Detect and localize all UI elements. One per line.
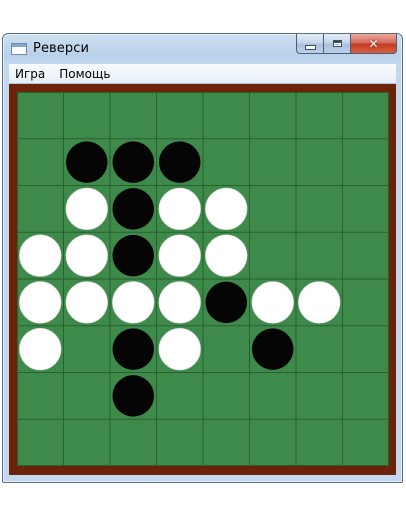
app-icon[interactable]: [11, 43, 27, 55]
board-cell[interactable]: [17, 139, 64, 186]
black-disc: [252, 328, 294, 370]
white-disc: [158, 234, 201, 277]
board-cell[interactable]: [250, 232, 297, 279]
board-cell[interactable]: [64, 373, 111, 420]
board-cell[interactable]: [343, 92, 390, 139]
close-button[interactable]: ✕: [350, 34, 397, 54]
black-disc: [205, 281, 247, 324]
white-disc: [65, 281, 108, 324]
board-cell[interactable]: [203, 326, 250, 373]
board-cell[interactable]: [250, 92, 297, 139]
maximize-icon: [332, 40, 342, 47]
black-disc: [66, 141, 108, 183]
caption-buttons: ✕: [296, 34, 397, 54]
board-cell[interactable]: [250, 419, 297, 466]
black-disc: [112, 141, 154, 183]
title-bar[interactable]: Реверси ✕: [3, 34, 402, 64]
board-cell[interactable]: [157, 373, 204, 420]
board-cell[interactable]: [17, 373, 64, 420]
black-disc: [112, 328, 154, 370]
board-cell[interactable]: [296, 92, 343, 139]
board-cell[interactable]: [157, 419, 204, 466]
board-cell[interactable]: [296, 373, 343, 420]
board-cell[interactable]: [343, 232, 390, 279]
white-disc: [19, 281, 62, 324]
board-cell[interactable]: [343, 373, 390, 420]
black-disc: [112, 234, 154, 277]
board-cell[interactable]: [157, 92, 204, 139]
white-disc: [158, 327, 201, 371]
board-cell[interactable]: [203, 419, 250, 466]
menu-bar: Игра Помощь: [9, 64, 396, 84]
board-cell[interactable]: [343, 186, 390, 233]
app-window: Реверси ✕ Игра Помощь: [2, 33, 403, 483]
board-cell[interactable]: [110, 419, 157, 466]
board-cell[interactable]: [17, 186, 64, 233]
board-cell[interactable]: [64, 326, 111, 373]
board-cell[interactable]: [250, 139, 297, 186]
board-frame: [9, 84, 396, 475]
board-cell[interactable]: [17, 419, 64, 466]
white-disc: [251, 281, 294, 324]
menu-game[interactable]: Игра: [9, 67, 52, 81]
board-cell[interactable]: [343, 279, 390, 326]
board-cell[interactable]: [250, 186, 297, 233]
board-cell[interactable]: [64, 419, 111, 466]
black-disc: [112, 375, 154, 417]
black-disc: [112, 188, 154, 230]
board-cell[interactable]: [203, 373, 250, 420]
board-cell[interactable]: [203, 139, 250, 186]
minimize-button[interactable]: [296, 34, 323, 54]
board-cell[interactable]: [296, 139, 343, 186]
board-cell[interactable]: [343, 419, 390, 466]
white-disc: [65, 187, 108, 231]
board-cell[interactable]: [296, 232, 343, 279]
board-cell[interactable]: [296, 326, 343, 373]
board-cell[interactable]: [110, 92, 157, 139]
white-disc: [65, 234, 108, 277]
board-cell[interactable]: [296, 419, 343, 466]
reversi-board[interactable]: [17, 92, 389, 466]
board-cell[interactable]: [203, 92, 250, 139]
board-cell[interactable]: [343, 326, 390, 373]
minimize-icon: [304, 44, 316, 50]
board-cell[interactable]: [343, 139, 390, 186]
white-disc: [205, 234, 248, 277]
close-icon: ✕: [368, 36, 379, 51]
white-disc: [158, 187, 201, 231]
menu-help[interactable]: Помощь: [52, 67, 117, 81]
board-cell[interactable]: [250, 373, 297, 420]
maximize-button[interactable]: [323, 34, 350, 54]
white-disc: [205, 187, 248, 231]
white-disc: [19, 234, 62, 277]
window-title: Реверси: [33, 41, 90, 56]
white-disc: [19, 327, 62, 371]
white-disc: [112, 281, 155, 324]
board-cell[interactable]: [17, 92, 64, 139]
white-disc: [298, 281, 341, 324]
white-disc: [158, 281, 201, 324]
black-disc: [159, 141, 201, 183]
board-cell[interactable]: [64, 92, 111, 139]
board-cell[interactable]: [296, 186, 343, 233]
